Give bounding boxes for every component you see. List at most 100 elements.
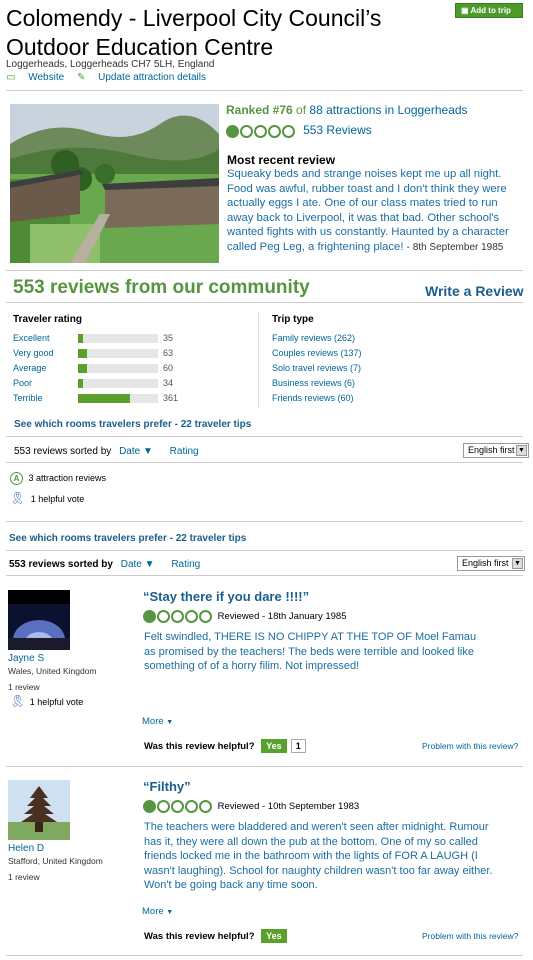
- review-title[interactable]: “Stay there if you dare !!!!”: [143, 589, 309, 604]
- rating-bubble: [240, 124, 253, 138]
- trip-type-link[interactable]: Friends reviews (60): [272, 393, 354, 403]
- add-to-trip-button[interactable]: ▣ Add to trip: [455, 3, 523, 18]
- more-link[interactable]: More ▼: [142, 906, 173, 917]
- yes-button[interactable]: Yes: [261, 929, 287, 943]
- website-label[interactable]: Website: [28, 72, 64, 83]
- avatar[interactable]: [8, 780, 70, 840]
- rooms-link[interactable]: See which rooms travelers prefer - 22 tr…: [14, 419, 251, 430]
- helpful-question: Was this review helpful? Yes: [144, 929, 287, 943]
- rating-label[interactable]: Average: [13, 363, 46, 373]
- divider: [6, 90, 523, 91]
- reviews-count-link[interactable]: 553 Reviews: [303, 123, 372, 137]
- divider: [6, 436, 523, 437]
- trip-type-link[interactable]: Business reviews (6): [272, 378, 355, 388]
- language-select-value-2: English first: [462, 558, 509, 568]
- rating-label[interactable]: Excellent: [13, 333, 50, 343]
- divider: [6, 462, 523, 463]
- trip-type-label: Trip type: [272, 314, 314, 325]
- caret-down-icon: ▼: [142, 446, 153, 457]
- rating-label[interactable]: Terrible: [13, 393, 43, 403]
- rating-bar[interactable]: [78, 349, 158, 358]
- divider: [6, 302, 523, 303]
- divider: [6, 955, 523, 956]
- rank-of: of: [296, 103, 307, 117]
- reviewer-name[interactable]: Helen D: [8, 843, 44, 854]
- sort-date-label: Date: [119, 446, 141, 457]
- rating-bar-fill: [78, 349, 87, 358]
- trip-type-link[interactable]: Solo travel reviews (7): [272, 363, 361, 373]
- rating-bubble: [199, 800, 212, 813]
- rank-total-link[interactable]: 88: [309, 103, 322, 117]
- sort-label-2: 553 reviews sorted by: [9, 559, 113, 570]
- more-label: More: [142, 716, 164, 727]
- problem-link[interactable]: Problem with this review?: [422, 741, 518, 751]
- language-select-2[interactable]: English first ▼: [457, 556, 525, 571]
- traveler-rating-label: Traveler rating: [13, 314, 82, 325]
- rating-bubble: [268, 124, 281, 138]
- reviewer-location: Wales, United Kingdom: [8, 666, 97, 676]
- more-link[interactable]: More ▼: [142, 716, 173, 727]
- language-select-value: English first: [468, 445, 515, 455]
- avatar[interactable]: [8, 590, 70, 650]
- reviewer-count: 1 review: [8, 682, 40, 692]
- add-to-trip-label: Add to trip: [470, 6, 511, 15]
- attraction-reviews-badge: A 3 attraction reviews: [10, 472, 106, 485]
- rating-bar[interactable]: [78, 334, 158, 343]
- review-text: The teachers were bladdered and weren't …: [144, 821, 493, 891]
- dropdown-arrow-icon[interactable]: ▼: [516, 445, 527, 456]
- sort-rating-link-2[interactable]: Rating: [171, 559, 200, 570]
- rooms-link-2[interactable]: See which rooms travelers prefer - 22 tr…: [9, 533, 246, 544]
- sort-rating-link[interactable]: Rating: [170, 446, 199, 457]
- page-title: Colomendy - Liverpool City Council’s Out…: [6, 5, 382, 60]
- summary-rating: 553 Reviews: [226, 123, 372, 138]
- rating-bar[interactable]: [78, 394, 158, 403]
- recent-review-date: - 8th September 1985: [406, 241, 504, 253]
- rating-bubbles: [143, 800, 212, 813]
- rating-count: 60: [163, 363, 174, 373]
- medal-icon: 🎗: [10, 491, 26, 505]
- rating-bar-fill: [78, 334, 83, 343]
- divider: [6, 575, 523, 576]
- review-rating: Reviewed - 10th September 1983: [143, 800, 359, 813]
- rating-bar[interactable]: [78, 379, 158, 388]
- write-review-link[interactable]: Write a Review: [425, 283, 524, 299]
- update-details-link[interactable]: ✎ Update attraction details: [77, 72, 206, 83]
- sort-bar: 553 reviews sorted by Date ▼ Rating: [14, 446, 199, 457]
- rating-label[interactable]: Very good: [13, 348, 54, 358]
- trip-type-link[interactable]: Couples reviews (137): [272, 348, 362, 358]
- problem-link[interactable]: Problem with this review?: [422, 931, 518, 941]
- medal-icon: 🎗: [10, 694, 26, 708]
- reviewer-name[interactable]: Jayne S: [8, 653, 44, 664]
- update-details-label[interactable]: Update attraction details: [98, 72, 206, 83]
- rating-bar[interactable]: [78, 364, 158, 373]
- helpful-question: Was this review helpful? Yes 1: [144, 739, 306, 753]
- dropdown-arrow-icon[interactable]: ▼: [512, 558, 523, 569]
- rating-count: 35: [163, 333, 174, 343]
- community-heading: 553 reviews from our community: [13, 277, 310, 298]
- recent-review-heading: Most recent review: [227, 153, 336, 167]
- caret-down-icon: ▼: [166, 909, 174, 916]
- helpful-question-text: Was this review helpful?: [144, 741, 255, 752]
- monitor-icon: ▭: [6, 72, 16, 83]
- sort-date-link[interactable]: Date ▼: [119, 446, 153, 457]
- yes-button[interactable]: Yes: [261, 739, 287, 753]
- rating-bubble: [185, 800, 198, 813]
- rating-bar-fill: [78, 394, 130, 403]
- address: Loggerheads, Loggerheads CH7 5LH, Englan…: [6, 59, 215, 70]
- recent-review[interactable]: Squeaky beds and strange noises kept me …: [227, 167, 517, 255]
- rank-attractions-link[interactable]: attractions in Loggerheads: [326, 103, 467, 117]
- reviewer-helpful: 🎗 1 helpful vote: [10, 694, 83, 708]
- attraction-photo[interactable]: [10, 104, 219, 263]
- caret-down-icon: ▼: [166, 719, 174, 726]
- rating-bubble: [185, 610, 198, 623]
- sort-date-link-2[interactable]: Date ▼: [121, 559, 155, 570]
- website-link[interactable]: ▭ Website: [6, 72, 67, 83]
- language-select[interactable]: English first ▼: [463, 443, 529, 458]
- trip-type-link[interactable]: Family reviews (262): [272, 333, 355, 343]
- review-date: Reviewed - 10th September 1983: [217, 801, 360, 813]
- rating-bubbles: [143, 610, 212, 623]
- reviewer-count: 1 review: [8, 872, 40, 882]
- rating-bubble: [143, 800, 156, 813]
- review-title[interactable]: “Filthy”: [143, 779, 191, 794]
- rating-label[interactable]: Poor: [13, 378, 32, 388]
